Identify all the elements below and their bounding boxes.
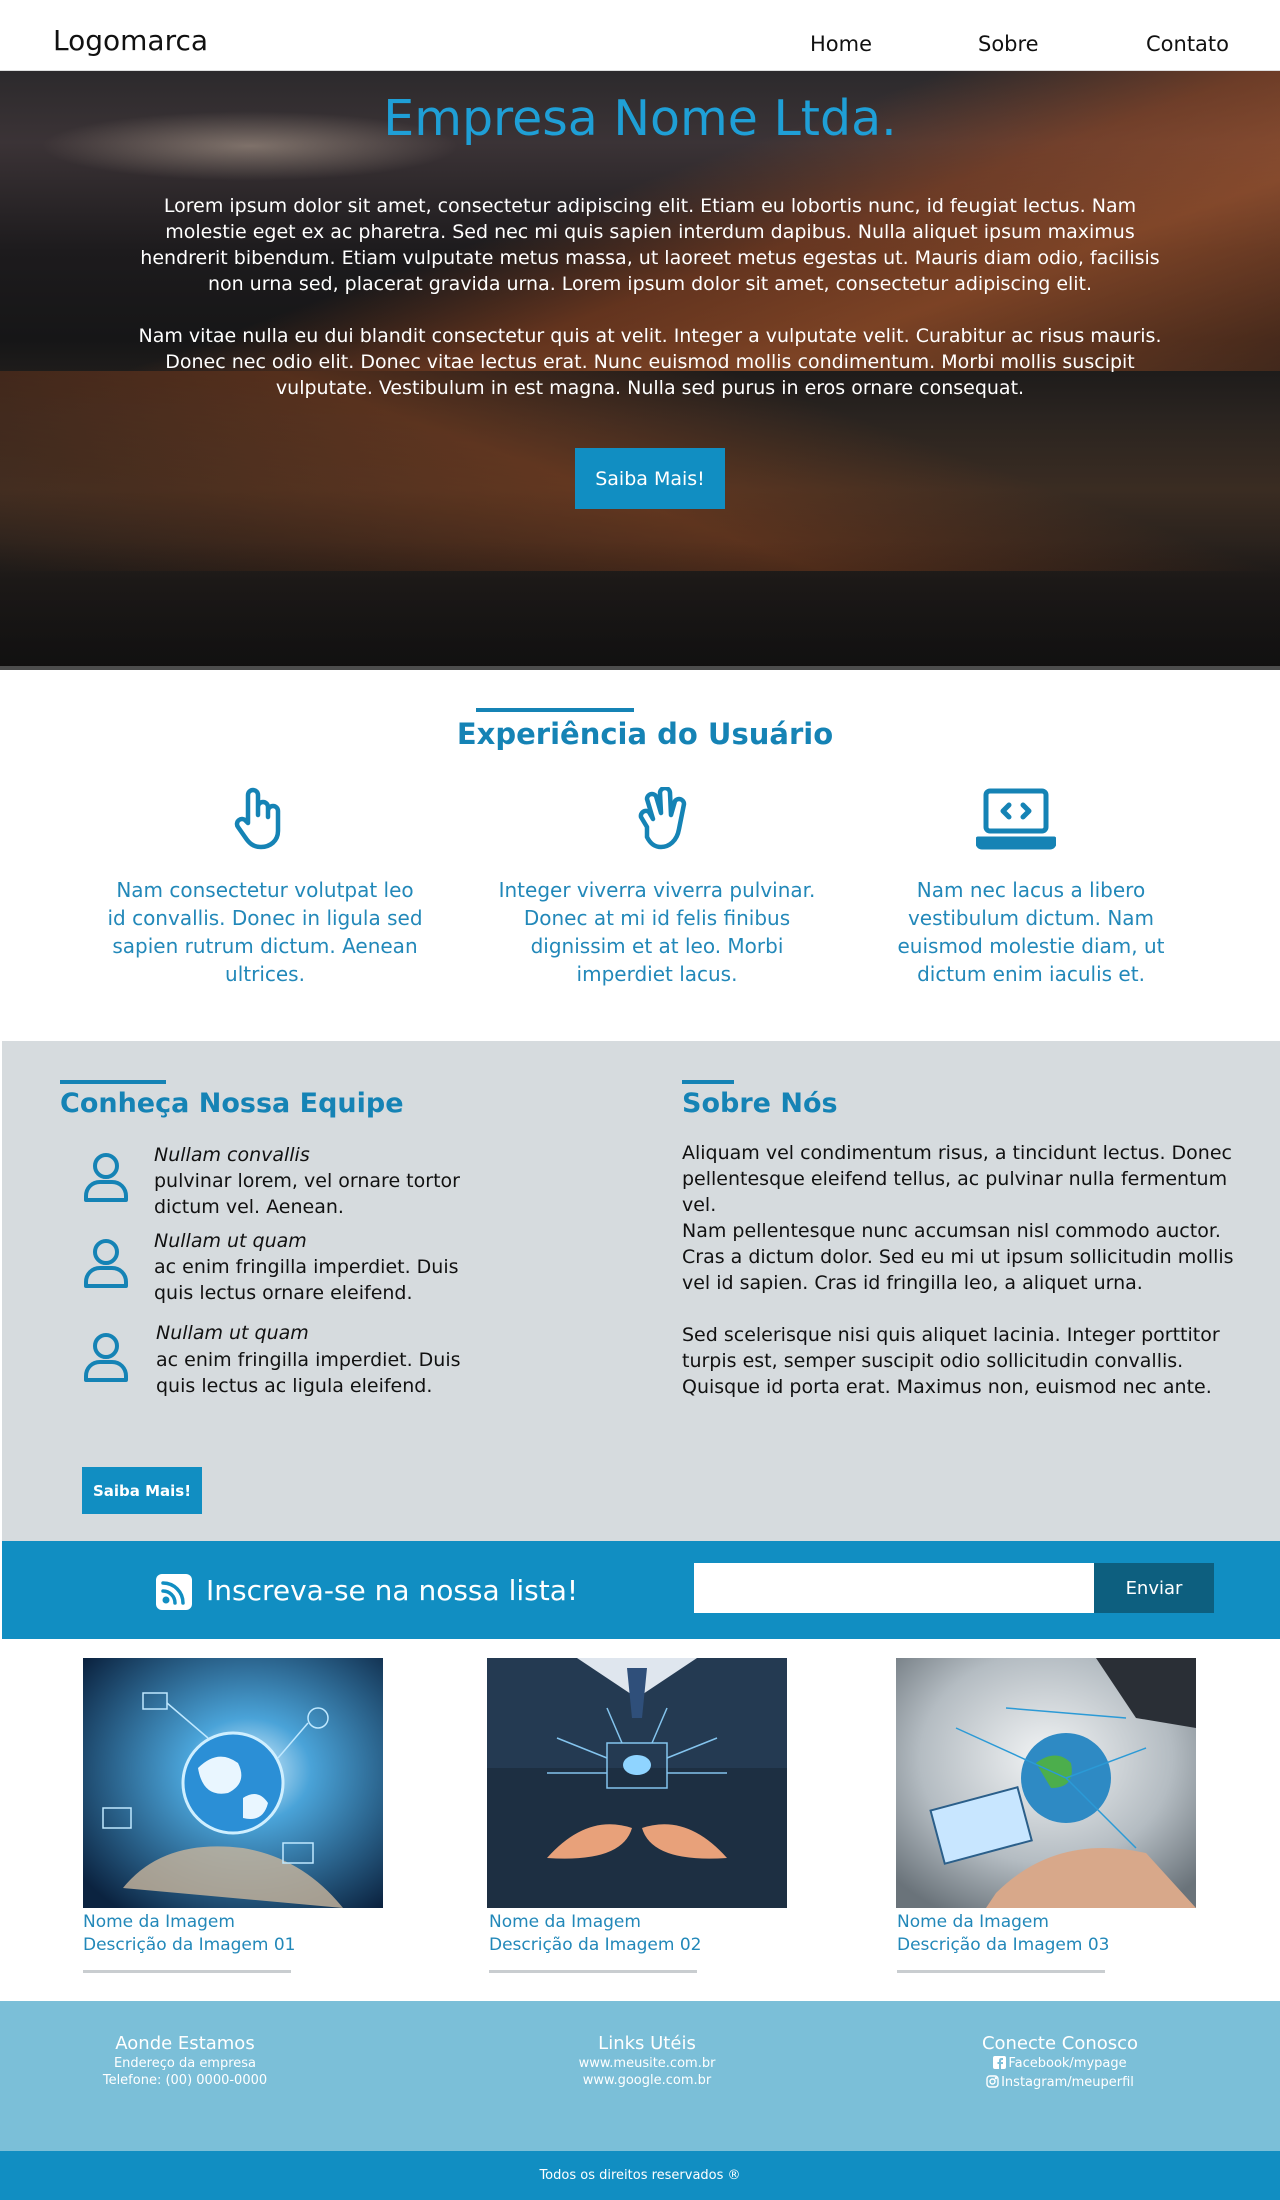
hand-pointer-icon xyxy=(230,787,290,851)
newsletter-submit-button[interactable]: Enviar xyxy=(1094,1563,1214,1613)
about-paragraph-1: Aliquam vel condimentum risus, a tincidu… xyxy=(682,1142,1232,1216)
member-name-1: Nullam convallis xyxy=(154,1144,310,1166)
gallery-name-2: Nome da Imagem xyxy=(489,1912,641,1932)
newsletter-email-input[interactable] xyxy=(694,1563,1094,1613)
footer-location-title: Aonde Estamos xyxy=(115,2033,255,2054)
footer-links-title: Links Utéis xyxy=(598,2033,696,2054)
footer-link-meusite[interactable]: www.meusite.com.br xyxy=(487,2055,807,2072)
gallery-divider-1 xyxy=(83,1970,291,1973)
member-name-2: Nullam ut quam xyxy=(154,1230,307,1252)
footer-links: Links Utéis www.meusite.com.br www.googl… xyxy=(487,2033,807,2089)
member-desc-2: ac enim fringilla imperdiet. Duis quis l… xyxy=(154,1256,459,1304)
team-title: Conheça Nossa Equipe xyxy=(60,1088,404,1119)
gallery-desc-1: Descrição da Imagem 01 xyxy=(83,1935,296,1955)
about-title-bar xyxy=(682,1080,734,1084)
hero-saiba-mais-button[interactable]: Saiba Mais! xyxy=(575,448,725,509)
about-paragraph-3: Sed scelerisque nisi quis aliquet lacini… xyxy=(682,1324,1220,1398)
member-desc-1: pulvinar lorem, vel ornare tortor dictum… xyxy=(154,1170,460,1218)
nav-link-home[interactable]: Home xyxy=(810,32,872,56)
gallery-image-2[interactable] xyxy=(487,1658,787,1908)
logo[interactable]: Logomarca xyxy=(53,24,208,57)
hero-title: Empresa Nome Ltda. xyxy=(383,90,897,147)
footer-facebook-link[interactable]: Facebook/mypage xyxy=(900,2055,1220,2074)
experience-title: Experiência do Usuário xyxy=(456,717,834,751)
member-name-3: Nullam ut quam xyxy=(156,1322,309,1344)
hero-divider xyxy=(0,666,1280,670)
user-icon xyxy=(82,1332,130,1384)
footer-phone: Telefone: (00) 0000-0000 xyxy=(102,2073,268,2088)
gallery-desc-3: Descrição da Imagem 03 xyxy=(897,1935,1110,1955)
gallery-divider-2 xyxy=(489,1970,697,1973)
team-title-bar xyxy=(60,1080,166,1084)
footer-social-title: Conecte Conosco xyxy=(981,2033,1139,2054)
gallery-desc-2: Descrição da Imagem 02 xyxy=(489,1935,702,1955)
gallery-name-3: Nome da Imagem xyxy=(897,1912,1049,1932)
nav-link-contato[interactable]: Contato xyxy=(1146,32,1229,56)
feature-text-1: Nam consectetur volutpat leo id convalli… xyxy=(107,878,423,986)
footer-social: Conecte Conosco Facebook/mypage Instagra… xyxy=(900,2033,1220,2093)
gallery-name-1: Nome da Imagem xyxy=(83,1912,235,1932)
user-icon xyxy=(82,1238,130,1290)
rss-icon xyxy=(156,1574,192,1610)
footer-instagram-text: Instagram/meuperfil xyxy=(1001,2075,1134,2090)
navbar: Logomarca Home Sobre Contato xyxy=(0,0,1280,71)
gallery-image-1[interactable] xyxy=(83,1658,383,1908)
hero-paragraph-1: Lorem ipsum dolor sit amet, consectetur … xyxy=(140,195,1160,295)
facebook-icon xyxy=(993,2056,1007,2074)
footer-instagram-link[interactable]: Instagram/meuperfil xyxy=(900,2074,1220,2093)
footer-facebook-text: Facebook/mypage xyxy=(1008,2056,1127,2071)
footer-location: Aonde Estamos Endereço da empresa Telefo… xyxy=(25,2033,345,2089)
laptop-code-icon xyxy=(975,787,1057,851)
user-icon xyxy=(82,1152,130,1204)
gallery-image-3[interactable] xyxy=(896,1658,1196,1908)
newsletter-text: Inscreva-se na nossa lista! xyxy=(206,1574,579,1607)
team-saiba-mais-button[interactable]: Saiba Mais! xyxy=(82,1467,202,1514)
about-paragraph-2: Nam pellentesque nunc accumsan nisl comm… xyxy=(682,1220,1234,1294)
hand-spock-icon xyxy=(633,785,693,851)
hero-background-rocks xyxy=(0,541,1280,669)
feature-text-2: Integer viverra viverra pulvinar. Donec … xyxy=(498,878,816,986)
section-title-bar xyxy=(476,708,634,712)
copyright: Todos os direitos reservados ® xyxy=(0,2151,1280,2200)
gallery-divider-3 xyxy=(897,1970,1105,1973)
about-title: Sobre Nós xyxy=(682,1088,838,1119)
nav-link-sobre[interactable]: Sobre xyxy=(978,32,1039,56)
footer-link-google[interactable]: www.google.com.br xyxy=(487,2072,807,2089)
instagram-icon xyxy=(986,2075,999,2093)
footer-address: Endereço da empresa xyxy=(113,2056,257,2071)
hero-paragraph-2: Nam vitae nulla eu dui blandit consectet… xyxy=(138,325,1162,399)
member-desc-3: ac enim fringilla imperdiet. Duis quis l… xyxy=(156,1349,461,1397)
feature-text-3: Nam nec lacus a libero vestibulum dictum… xyxy=(897,878,1165,986)
